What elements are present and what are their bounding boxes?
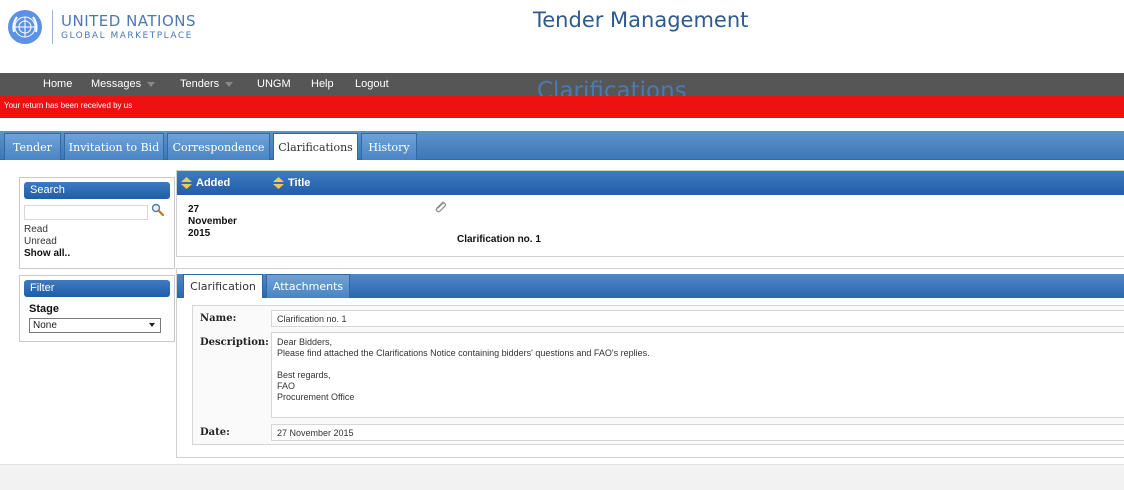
tab-label: Invitation to Bid	[68, 141, 160, 154]
un-logo[interactable]: UNITED NATIONS GLOBAL MARKETPLACE	[8, 10, 196, 44]
logo-text: UNITED NATIONS GLOBAL MARKETPLACE	[61, 11, 197, 41]
tab-clarifications[interactable]: Clarifications	[273, 133, 358, 160]
description-line: Best regards,	[277, 370, 331, 380]
page-header: UNITED NATIONS GLOBAL MARKETPLACE Tender…	[0, 0, 1124, 70]
row-title[interactable]: Clarification no. 1	[457, 234, 541, 245]
clarification-fields: Name: Clarification no. 1 Description: D…	[192, 305, 1124, 445]
tab-label: Correspondence	[172, 141, 265, 154]
logo-line2: GLOBAL MARKETPLACE	[61, 30, 193, 41]
chevron-down-icon	[149, 323, 155, 327]
dropdown-arrow-icon	[225, 81, 234, 87]
tab-history[interactable]: History	[361, 133, 417, 160]
filter-unread-link[interactable]: Unread	[24, 236, 57, 247]
filter-panel-title: Filter	[24, 280, 170, 297]
tab-label: Clarification	[190, 280, 256, 293]
column-header-label: Added	[196, 177, 231, 189]
search-panel: Search Read Unread Show all..	[19, 177, 175, 269]
description-line: Procurement Office	[277, 392, 355, 402]
search-icon[interactable]	[151, 203, 165, 217]
search-input[interactable]	[24, 205, 148, 220]
description-line: Please find attached the Clarifications …	[277, 348, 650, 358]
name-value: Clarification no. 1	[271, 310, 1124, 327]
paperclip-icon[interactable]	[433, 200, 447, 214]
menu-item-label: Home	[43, 78, 73, 90]
column-header-added[interactable]: Added	[181, 171, 230, 195]
logo-divider	[52, 10, 53, 44]
filter-panel: Filter Stage None	[19, 275, 175, 342]
menu-item-messages[interactable]: Messages	[91, 73, 156, 96]
row-date-month: November	[188, 216, 237, 227]
column-header-title[interactable]: Title	[273, 171, 310, 195]
sort-icon	[181, 177, 192, 190]
stage-label: Stage	[29, 303, 59, 315]
row-date-year: 2015	[188, 228, 211, 239]
alert-message: Your return has been received by us	[4, 101, 133, 110]
menu-item-help[interactable]: Help	[311, 73, 334, 96]
tab-label: Attachments	[272, 280, 344, 293]
row-date-day: 27	[188, 204, 200, 215]
stage-select[interactable]: None	[29, 318, 161, 333]
show-all-link[interactable]: Show all..	[24, 248, 70, 259]
description-line	[277, 359, 1121, 370]
tab-invitation-to-bid[interactable]: Invitation to Bid	[64, 133, 164, 160]
description-line: FAO	[277, 381, 296, 391]
tab-clarification[interactable]: Clarification	[183, 274, 263, 298]
tab-attachments[interactable]: Attachments	[266, 274, 350, 298]
menu-item-tenders[interactable]: Tenders	[180, 73, 234, 96]
tender-tab-strip: Tender Invitation to Bid Correspondence …	[0, 131, 1124, 160]
dropdown-arrow-icon	[147, 81, 156, 87]
clarification-list: Added Title 27 November 2015 Clarificati…	[176, 170, 1124, 257]
menu-item-label: Logout	[355, 78, 389, 90]
clarification-detail-panel: Clarification Attachments Name: Clarific…	[176, 268, 1124, 458]
filter-read-link[interactable]: Read	[24, 224, 48, 235]
description-label: Description:	[200, 337, 269, 348]
menu-item-home[interactable]: Home	[43, 73, 72, 96]
date-value: 27 November 2015	[271, 424, 1124, 441]
tab-label: Tender	[13, 141, 52, 154]
app-title: Tender Management	[533, 8, 749, 32]
un-emblem-icon	[8, 10, 42, 44]
tab-correspondence[interactable]: Correspondence	[167, 133, 270, 160]
column-header-label: Title	[288, 177, 311, 189]
menu-item-label: UNGM	[257, 78, 291, 90]
logo-line1: UNITED NATIONS	[61, 11, 197, 30]
menu-item-label: Tenders	[180, 78, 220, 90]
detail-tab-bar: Clarification Attachments	[177, 274, 1124, 298]
tab-label: History	[368, 141, 410, 154]
menu-item-label: Help	[311, 78, 334, 90]
row-date: 27 November 2015	[188, 204, 248, 240]
date-label: Date:	[200, 427, 230, 438]
description-value: Dear Bidders, Please find attached the C…	[271, 332, 1124, 418]
name-label: Name:	[200, 313, 237, 324]
search-panel-title: Search	[24, 182, 170, 199]
menu-item-label: Messages	[91, 78, 142, 90]
menu-item-ungm[interactable]: UNGM	[257, 73, 291, 96]
tab-tender[interactable]: Tender	[4, 133, 61, 160]
sort-icon	[273, 177, 284, 190]
description-line: Dear Bidders,	[277, 337, 333, 347]
page-footer	[0, 464, 1124, 490]
list-header: Added Title	[177, 171, 1124, 195]
tab-label: Clarifications	[278, 141, 353, 154]
menu-item-logout[interactable]: Logout	[355, 73, 389, 96]
stage-select-value: None	[33, 320, 57, 331]
alert-bar: Your return has been received by us	[0, 96, 1124, 118]
